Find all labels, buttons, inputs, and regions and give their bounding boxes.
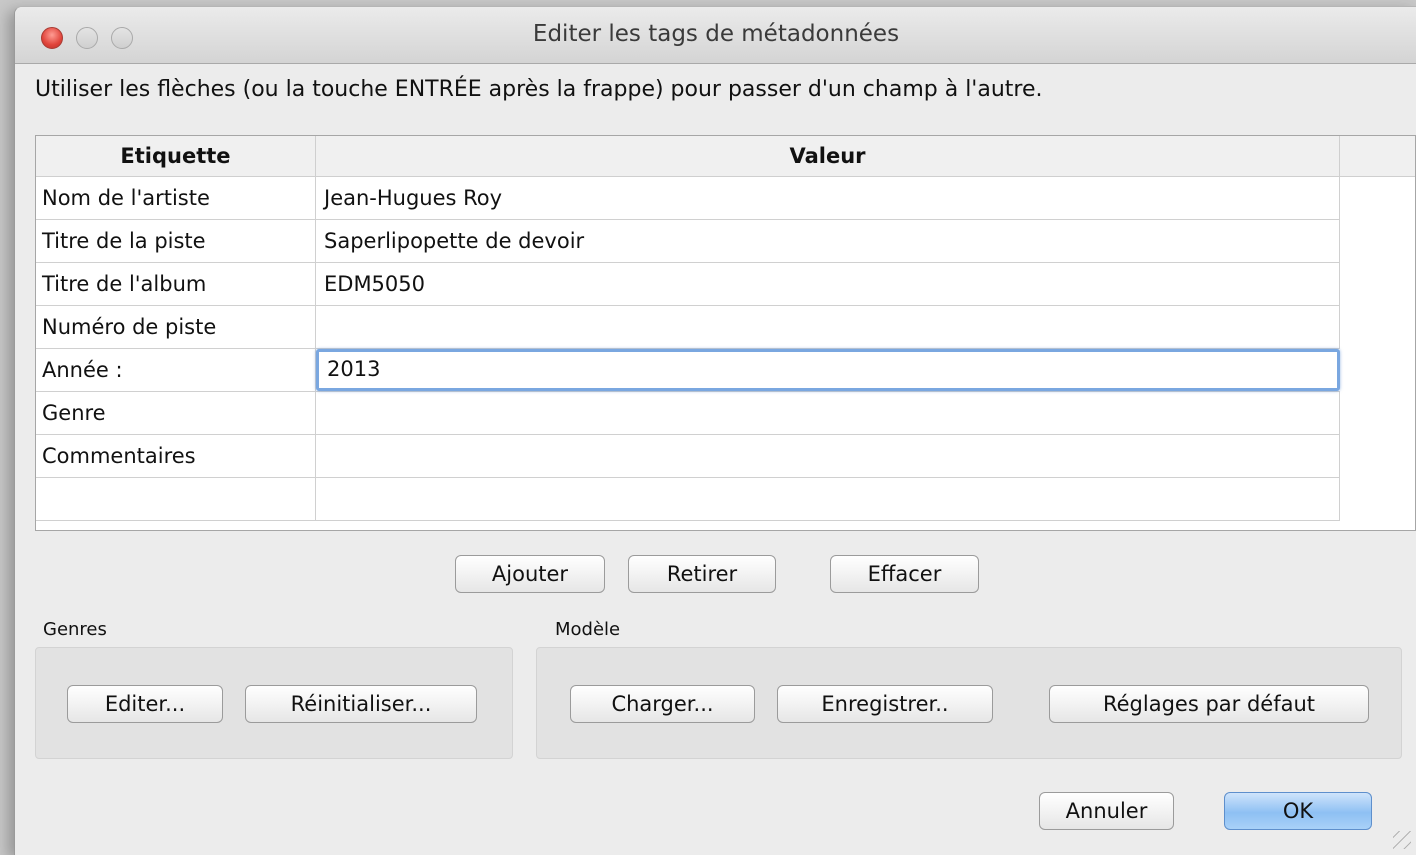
window-title: Editer les tags de métadonnées <box>532 21 900 47</box>
tag-label-cell[interactable]: Commentaires <box>36 435 316 477</box>
save-template-button[interactable]: Enregistrer.. <box>777 685 993 723</box>
tag-value-cell[interactable] <box>316 306 1340 348</box>
tag-label-cell[interactable]: Année : <box>36 349 316 391</box>
template-group-label: Modèle <box>555 619 621 640</box>
tags-table: Etiquette Valeur Nom de l'artiste Jean-H… <box>35 135 1416 531</box>
metadata-tags-dialog: Editer les tags de métadonnées Utiliser … <box>14 6 1416 855</box>
table-header: Etiquette Valeur <box>36 136 1415 177</box>
table-row[interactable]: Année : 2013 <box>36 349 1340 392</box>
column-header-value[interactable]: Valeur <box>316 136 1340 176</box>
instruction-text: Utiliser les flèches (ou la touche ENTRÉ… <box>35 77 1043 102</box>
tag-label-cell[interactable]: Titre de la piste <box>36 220 316 262</box>
cancel-button[interactable]: Annuler <box>1039 792 1174 830</box>
table-row[interactable]: Commentaires <box>36 435 1340 478</box>
tag-label-cell[interactable]: Nom de l'artiste <box>36 177 316 219</box>
tag-value-cell[interactable] <box>316 392 1340 434</box>
tag-value-edit-field[interactable]: 2013 <box>316 349 1340 391</box>
table-row[interactable]: Titre de l'album EDM5050 <box>36 263 1340 306</box>
table-row[interactable]: Nom de l'artiste Jean-Hugues Roy <box>36 177 1340 220</box>
remove-row-button[interactable]: Retirer <box>628 555 776 593</box>
table-row[interactable]: Titre de la piste Saperlipopette de devo… <box>36 220 1340 263</box>
reset-to-defaults-button[interactable]: Réglages par défaut <box>1049 685 1369 723</box>
ok-button[interactable]: OK <box>1224 792 1372 830</box>
tag-value-cell[interactable]: EDM5050 <box>316 263 1340 305</box>
genres-group-label: Genres <box>43 619 107 640</box>
tag-label-cell[interactable]: Titre de l'album <box>36 263 316 305</box>
add-row-button[interactable]: Ajouter <box>455 555 605 593</box>
clear-button[interactable]: Effacer <box>830 555 979 593</box>
table-row[interactable]: Numéro de piste <box>36 306 1340 349</box>
tag-value-cell[interactable] <box>316 478 1340 520</box>
reset-genres-button[interactable]: Réinitialiser... <box>245 685 477 723</box>
tag-value-cell[interactable]: Saperlipopette de devoir <box>316 220 1340 262</box>
resize-grip-icon[interactable] <box>1393 831 1411 849</box>
tag-value-cell[interactable] <box>316 435 1340 477</box>
table-row[interactable]: Genre <box>36 392 1340 435</box>
tag-label-cell[interactable] <box>36 478 316 520</box>
tag-value-cell[interactable]: Jean-Hugues Roy <box>316 177 1340 219</box>
column-header-label[interactable]: Etiquette <box>36 136 316 176</box>
title-bar[interactable]: Editer les tags de métadonnées <box>15 7 1416 64</box>
tag-label-cell[interactable]: Genre <box>36 392 316 434</box>
table-row[interactable] <box>36 478 1340 521</box>
tag-label-cell[interactable]: Numéro de piste <box>36 306 316 348</box>
load-template-button[interactable]: Charger... <box>570 685 755 723</box>
edit-genres-button[interactable]: Editer... <box>67 685 223 723</box>
